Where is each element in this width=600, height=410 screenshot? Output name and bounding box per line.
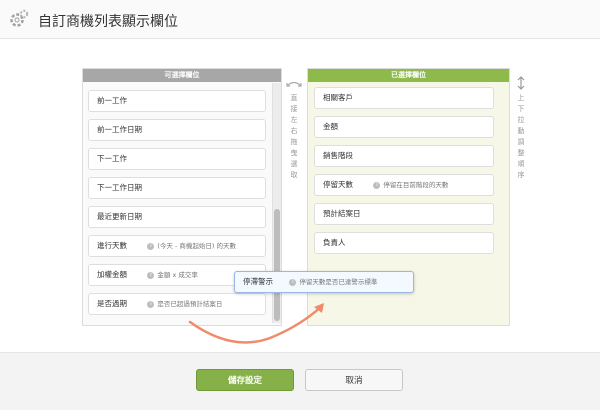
- item-hint: 停留天數是否已達警示標準: [299, 278, 378, 286]
- info-icon: i: [147, 272, 155, 279]
- item-label: 下一工作: [97, 154, 127, 163]
- item-label: 負責人: [323, 238, 346, 247]
- gear-icon: [10, 9, 29, 27]
- item-label: 預計結案日: [323, 209, 361, 218]
- reorder-hint: 上下拉動調整順序: [517, 94, 525, 179]
- list-item[interactable]: 停留天數 i 停留在目前階段的天數: [314, 174, 494, 196]
- item-label: 最近更新日期: [97, 212, 142, 221]
- item-label: 停留天數: [323, 180, 353, 189]
- title-bar: 自訂商機列表顯示欄位: [0, 0, 600, 39]
- list-item[interactable]: 下一工作日期: [88, 177, 266, 199]
- cancel-button[interactable]: 取消: [305, 369, 403, 391]
- drag-select-hint: 直接左右拖曳選取: [290, 94, 298, 179]
- dragging-item[interactable]: 停滯警示 i 停留天數是否已達警示標準: [234, 271, 414, 293]
- info-icon: i: [147, 301, 155, 308]
- scrollbar-thumb[interactable]: [274, 209, 280, 321]
- swap-arrow-icon: [286, 81, 302, 87]
- list-item[interactable]: 金額: [314, 116, 494, 138]
- item-label: 前一工作日期: [97, 125, 142, 134]
- item-hint: 是否已超過預計結案日: [157, 300, 223, 308]
- page-title: 自訂商機列表顯示欄位: [38, 14, 178, 30]
- info-icon: i: [373, 182, 381, 189]
- item-label: 是否過期: [97, 299, 127, 308]
- list-item[interactable]: 最近更新日期: [88, 206, 266, 228]
- info-icon: i: [289, 279, 297, 286]
- list-item[interactable]: 銷售階段: [314, 145, 494, 167]
- up-down-arrow-icon: [517, 76, 525, 90]
- save-button[interactable]: 儲存設定: [196, 369, 294, 391]
- item-hint: 金額 x 成交率: [157, 271, 198, 279]
- list-item[interactable]: 前一工作: [88, 90, 266, 112]
- list-item[interactable]: 相關客戶: [314, 87, 494, 109]
- list-item[interactable]: 負責人: [314, 232, 494, 254]
- list-item[interactable]: 預計結案日: [314, 203, 494, 225]
- list-item[interactable]: 前一工作日期: [88, 119, 266, 141]
- item-label: 銷售階段: [323, 151, 353, 160]
- item-label: 相關客戶: [323, 93, 353, 102]
- selected-fields-header: 已選擇欄位: [308, 69, 509, 82]
- available-fields-header: 可選擇欄位: [83, 69, 281, 82]
- item-label: 前一工作: [97, 96, 127, 105]
- item-label: 停滯警示: [243, 277, 273, 286]
- item-label: 下一工作日期: [97, 183, 142, 192]
- list-item[interactable]: 進行天數 i (今天 - 商機起始日) 的天數: [88, 235, 266, 257]
- footer: 儲存設定 取消: [0, 352, 600, 410]
- item-hint: (今天 - 商機起始日) 的天數: [157, 242, 237, 250]
- list-item[interactable]: 下一工作: [88, 148, 266, 170]
- list-item[interactable]: 是否過期 i 是否已超過預計結案日: [88, 293, 266, 315]
- item-label: 金額: [323, 122, 338, 131]
- info-icon: i: [147, 243, 155, 250]
- item-label: 加權金額: [97, 270, 127, 279]
- item-label: 進行天數: [97, 241, 127, 250]
- item-hint: 停留在目前階段的天數: [383, 181, 449, 189]
